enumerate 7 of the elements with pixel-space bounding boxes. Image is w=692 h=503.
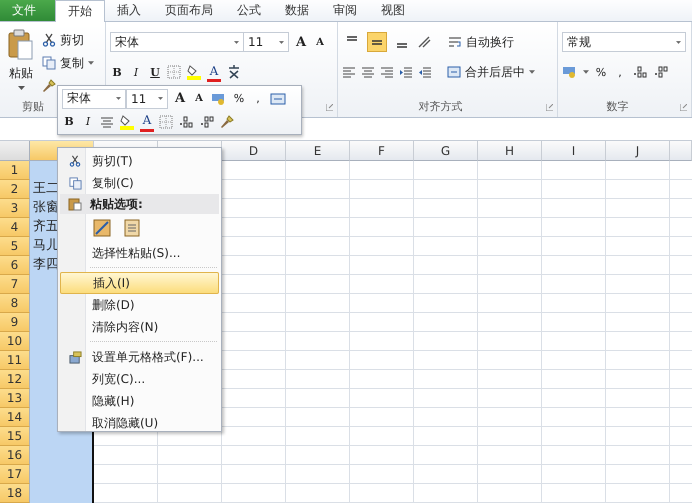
group-label: 对齐方式 [418,99,464,115]
table-cell-text: 张窗 [32,199,59,217]
table-cell-text: 齐五 [32,218,59,236]
group-label: 剪贴 [21,99,45,115]
group-label: 数字 [606,99,630,115]
menu-heading: 粘贴选项: [90,196,143,212]
table-cell-text: 王二 [32,180,59,198]
